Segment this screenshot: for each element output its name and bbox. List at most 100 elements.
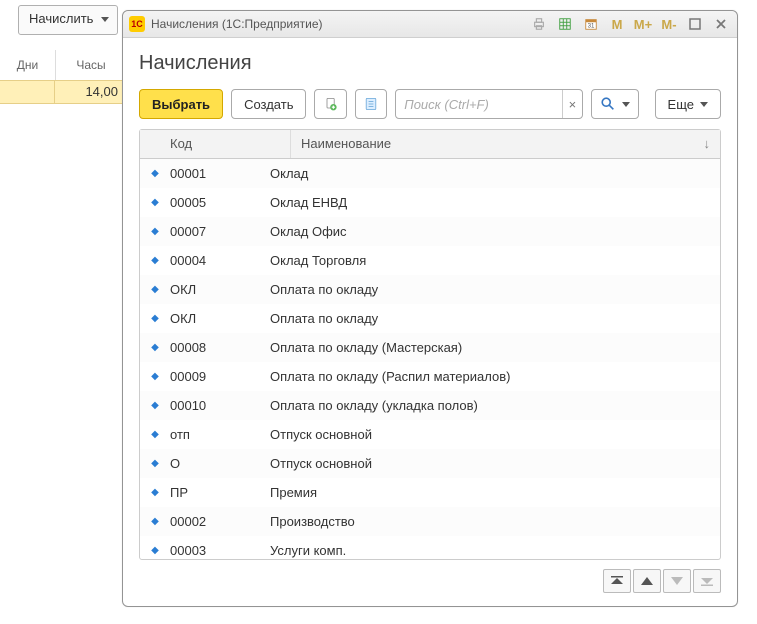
table-row[interactable]: ◆ОКЛОплата по окладу bbox=[140, 275, 720, 304]
search-icon bbox=[600, 96, 616, 112]
row-bullet-icon: ◆ bbox=[140, 400, 170, 411]
table-row[interactable]: ◆ООтпуск основной bbox=[140, 449, 720, 478]
row-name: Оплата по окладу (Мастерская) bbox=[260, 340, 720, 355]
nav-last-button[interactable] bbox=[693, 569, 721, 593]
table-row[interactable]: ◆00005Оклад ЕНВД bbox=[140, 188, 720, 217]
print-icon[interactable] bbox=[529, 14, 549, 34]
row-bullet-icon: ◆ bbox=[140, 516, 170, 527]
create-button[interactable]: Создать bbox=[231, 89, 306, 119]
days-header: Дни bbox=[0, 50, 56, 80]
table-row[interactable]: ◆00010Оплата по окладу (укладка полов) bbox=[140, 391, 720, 420]
svg-text:31: 31 bbox=[588, 23, 595, 30]
row-code: ОКЛ bbox=[170, 282, 260, 297]
row-code: 00003 bbox=[170, 543, 260, 558]
page-title: Начисления bbox=[139, 52, 721, 75]
nav-next-button[interactable] bbox=[663, 569, 691, 593]
row-code: 00009 bbox=[170, 369, 260, 384]
nav-prev-button[interactable] bbox=[633, 569, 661, 593]
accrue-label: Начислить bbox=[29, 11, 93, 26]
row-code: 00007 bbox=[170, 224, 260, 239]
bg-row: 14,00 bbox=[0, 80, 125, 104]
table-row[interactable]: ◆отпОтпуск основной bbox=[140, 420, 720, 449]
search-clear-button[interactable]: × bbox=[562, 90, 581, 118]
row-code: 00008 bbox=[170, 340, 260, 355]
row-name: Оклад Офис bbox=[260, 224, 720, 239]
search-input[interactable] bbox=[396, 90, 562, 118]
sort-indicator-icon: ↓ bbox=[704, 136, 711, 151]
column-code[interactable]: Код bbox=[140, 130, 291, 158]
row-code: 00001 bbox=[170, 166, 260, 181]
row-bullet-icon: ◆ bbox=[140, 429, 170, 440]
row-bullet-icon: ◆ bbox=[140, 197, 170, 208]
row-bullet-icon: ◆ bbox=[140, 226, 170, 237]
table-row[interactable]: ◆00008Оплата по окладу (Мастерская) bbox=[140, 333, 720, 362]
row-code: 00004 bbox=[170, 253, 260, 268]
days-cell[interactable] bbox=[0, 80, 55, 104]
list-view-button[interactable] bbox=[355, 89, 387, 119]
row-name: Производство bbox=[260, 514, 720, 529]
table-body[interactable]: ◆00001Оклад◆00005Оклад ЕНВД◆00007Оклад О… bbox=[140, 159, 720, 559]
app-logo-icon: 1C bbox=[129, 16, 145, 32]
toolbar: Выбрать Создать × Еще bbox=[139, 89, 721, 119]
select-button[interactable]: Выбрать bbox=[139, 89, 223, 119]
row-name: Оплата по окладу bbox=[260, 282, 720, 297]
close-icon[interactable] bbox=[711, 14, 731, 34]
titlebar: 1C Начисления (1С:Предприятие) 31 M M+ M… bbox=[123, 11, 737, 38]
row-code: ОКЛ bbox=[170, 311, 260, 326]
table-row[interactable]: ◆ОКЛОплата по окладу bbox=[140, 304, 720, 333]
row-code: отп bbox=[170, 427, 260, 442]
row-name: Отпуск основной bbox=[260, 456, 720, 471]
table-row[interactable]: ◆00009Оплата по окладу (Распил материало… bbox=[140, 362, 720, 391]
row-bullet-icon: ◆ bbox=[140, 313, 170, 324]
hours-cell[interactable]: 14,00 bbox=[55, 80, 125, 104]
row-bullet-icon: ◆ bbox=[140, 458, 170, 469]
row-name: Оплата по окладу (Распил материалов) bbox=[260, 369, 720, 384]
window-title: Начисления (1С:Предприятие) bbox=[151, 17, 323, 31]
calendar-grid-icon[interactable] bbox=[555, 14, 575, 34]
table-row[interactable]: ◆00002Производство bbox=[140, 507, 720, 536]
accruals-table: Код Наименование ↓ ◆00001Оклад◆00005Окла… bbox=[139, 129, 721, 560]
table-row[interactable]: ◆00003Услуги комп. bbox=[140, 536, 720, 559]
more-button[interactable]: Еще bbox=[655, 89, 721, 119]
memory-m-button[interactable]: M bbox=[607, 14, 627, 34]
row-bullet-icon: ◆ bbox=[140, 545, 170, 556]
row-bullet-icon: ◆ bbox=[140, 168, 170, 179]
search-options-button[interactable] bbox=[591, 89, 639, 119]
chevron-down-icon bbox=[101, 17, 109, 22]
accruals-dialog: 1C Начисления (1С:Предприятие) 31 M M+ M… bbox=[122, 10, 738, 607]
row-code: 00005 bbox=[170, 195, 260, 210]
column-name[interactable]: Наименование bbox=[291, 130, 720, 158]
table-row[interactable]: ◆00001Оклад bbox=[140, 159, 720, 188]
search-field-wrapper: × bbox=[395, 89, 582, 119]
dialog-content: Начисления Выбрать Создать × bbox=[123, 38, 737, 606]
chevron-down-icon bbox=[622, 102, 630, 107]
table-row[interactable]: ◆00007Оклад Офис bbox=[140, 217, 720, 246]
nav-buttons bbox=[139, 560, 721, 596]
row-name: Услуги комп. bbox=[260, 543, 720, 558]
row-bullet-icon: ◆ bbox=[140, 371, 170, 382]
maximize-icon[interactable] bbox=[685, 14, 705, 34]
table-row[interactable]: ◆ПРПремия bbox=[140, 478, 720, 507]
memory-mplus-button[interactable]: M+ bbox=[633, 14, 653, 34]
row-bullet-icon: ◆ bbox=[140, 342, 170, 353]
memory-mminus-button[interactable]: M- bbox=[659, 14, 679, 34]
table-row[interactable]: ◆00004Оклад Торговля bbox=[140, 246, 720, 275]
nav-first-button[interactable] bbox=[603, 569, 631, 593]
row-bullet-icon: ◆ bbox=[140, 284, 170, 295]
row-bullet-icon: ◆ bbox=[140, 255, 170, 266]
row-name: Оклад ЕНВД bbox=[260, 195, 720, 210]
row-name: Отпуск основной bbox=[260, 427, 720, 442]
row-code: ПР bbox=[170, 485, 260, 500]
chevron-down-icon bbox=[700, 102, 708, 107]
row-name: Оклад Торговля bbox=[260, 253, 720, 268]
row-name: Оплата по окладу (укладка полов) bbox=[260, 398, 720, 413]
accrue-button[interactable]: Начислить bbox=[18, 5, 118, 35]
row-code: О bbox=[170, 456, 260, 471]
calendar-icon[interactable]: 31 bbox=[581, 14, 601, 34]
row-code: 00002 bbox=[170, 514, 260, 529]
row-name: Премия bbox=[260, 485, 720, 500]
copy-button[interactable] bbox=[314, 89, 346, 119]
row-name: Оклад bbox=[260, 166, 720, 181]
row-bullet-icon: ◆ bbox=[140, 487, 170, 498]
row-code: 00010 bbox=[170, 398, 260, 413]
